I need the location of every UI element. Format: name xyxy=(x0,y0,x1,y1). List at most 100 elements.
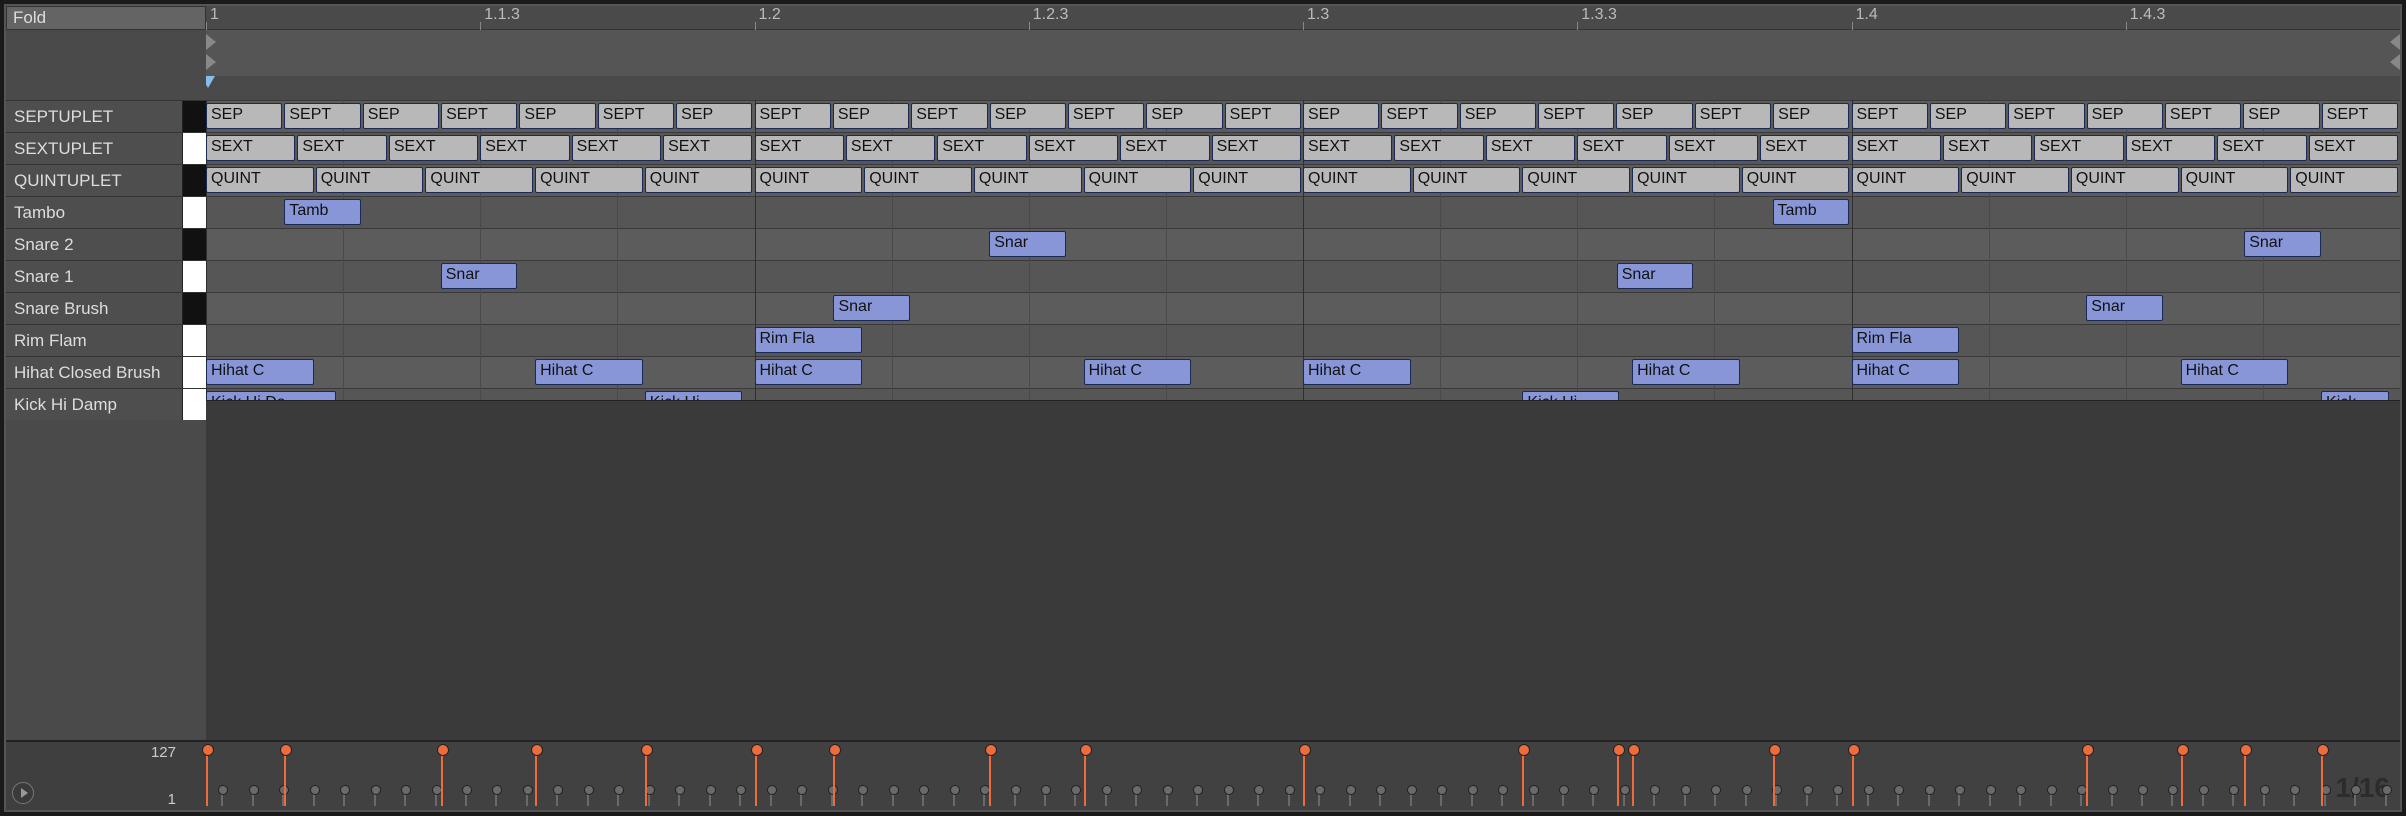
midi-note[interactable]: Hihat C xyxy=(1303,359,1411,385)
velocity-stem-low[interactable] xyxy=(221,790,223,806)
midi-note[interactable]: Snar xyxy=(989,231,1065,257)
velocity-stem-low[interactable] xyxy=(678,790,680,806)
midi-note[interactable]: SEXT xyxy=(663,135,752,161)
velocity-stem-low[interactable] xyxy=(739,790,741,806)
midi-note[interactable]: SEXT xyxy=(389,135,478,161)
piano-key-white[interactable] xyxy=(182,133,206,164)
velocity-stem-low[interactable] xyxy=(526,790,528,806)
midi-note[interactable]: Snar xyxy=(2244,231,2320,257)
midi-note[interactable]: Snar xyxy=(2086,295,2162,321)
velocity-stem-low[interactable] xyxy=(2171,790,2173,806)
midi-note[interactable]: SEXT xyxy=(1852,135,1941,161)
piano-key-white[interactable] xyxy=(182,261,206,292)
velocity-stem-low[interactable] xyxy=(1227,790,1229,806)
velocity-play-button[interactable] xyxy=(12,782,34,804)
midi-note[interactable]: SEXT xyxy=(2034,135,2123,161)
midi-note[interactable]: SEXT xyxy=(2309,135,2398,161)
velocity-stem-low[interactable] xyxy=(343,790,345,806)
midi-note[interactable]: SEXT xyxy=(1760,135,1849,161)
midi-note[interactable]: QUINT xyxy=(1303,167,1411,193)
velocity-stem-low[interactable] xyxy=(1471,790,1473,806)
velocity-stem-low[interactable] xyxy=(1897,790,1899,806)
velocity-stem-high[interactable] xyxy=(1852,750,1854,806)
velocity-stem-low[interactable] xyxy=(2141,790,2143,806)
velocity-stem-high[interactable] xyxy=(2244,750,2246,806)
velocity-stem-low[interactable] xyxy=(374,790,376,806)
velocity-stem-low[interactable] xyxy=(892,790,894,806)
midi-note[interactable]: Tamb xyxy=(284,199,360,225)
midi-note[interactable]: SEPT xyxy=(284,103,360,129)
midi-note[interactable]: QUINT xyxy=(1742,167,1850,193)
midi-note[interactable]: QUINT xyxy=(974,167,1082,193)
midi-note[interactable]: SEXT xyxy=(846,135,935,161)
piano-key-black[interactable] xyxy=(182,165,206,196)
midi-note[interactable]: QUINT xyxy=(1852,167,1960,193)
midi-note[interactable]: SEPT xyxy=(1225,103,1301,129)
velocity-stem-low[interactable] xyxy=(1074,790,1076,806)
midi-note[interactable]: QUINT xyxy=(2181,167,2289,193)
midi-note[interactable]: SEP xyxy=(363,103,439,129)
midi-note[interactable]: SEP xyxy=(1773,103,1849,129)
velocity-lane[interactable]: 1/16 xyxy=(206,740,2400,810)
velocity-stem-low[interactable] xyxy=(2263,790,2265,806)
velocity-stem-high[interactable] xyxy=(989,750,991,806)
midi-note[interactable]: Rim Fla xyxy=(1852,327,1960,353)
midi-note[interactable]: Hihat C xyxy=(206,359,314,385)
velocity-stem-low[interactable] xyxy=(2111,790,2113,806)
velocity-stem-low[interactable] xyxy=(1410,790,1412,806)
midi-note[interactable]: SEXT xyxy=(2217,135,2306,161)
midi-note[interactable]: Tamb xyxy=(1773,199,1849,225)
midi-note[interactable]: SEXT xyxy=(1303,135,1392,161)
midi-note[interactable]: SEXT xyxy=(755,135,844,161)
velocity-stem-high[interactable] xyxy=(2181,750,2183,806)
midi-note[interactable]: QUINT xyxy=(206,167,314,193)
velocity-stem-low[interactable] xyxy=(2385,790,2387,806)
velocity-stem-low[interactable] xyxy=(465,790,467,806)
piano-key-black[interactable] xyxy=(182,101,206,132)
midi-note[interactable]: Snar xyxy=(833,295,909,321)
midi-note[interactable]: Kick Hi xyxy=(645,391,742,400)
fold-button[interactable]: Fold xyxy=(6,6,206,30)
midi-note[interactable]: Hihat C xyxy=(1632,359,1740,385)
loop-start-marker[interactable] xyxy=(206,34,216,50)
midi-note[interactable]: SEPT xyxy=(1695,103,1771,129)
midi-note[interactable]: Rim Fla xyxy=(755,327,863,353)
track-header[interactable]: Snare 2 xyxy=(6,228,206,260)
track-header[interactable]: Kick Hi Damp xyxy=(6,388,206,420)
loop-end-marker[interactable] xyxy=(2390,34,2400,50)
midi-note[interactable]: Hihat C xyxy=(535,359,643,385)
velocity-stem-low[interactable] xyxy=(617,790,619,806)
midi-note[interactable]: Kick xyxy=(2321,391,2389,400)
midi-note[interactable]: Hihat C xyxy=(1852,359,1960,385)
midi-note[interactable]: SEXT xyxy=(1943,135,2032,161)
locator-start-marker[interactable] xyxy=(206,54,216,70)
midi-note[interactable]: SEP xyxy=(1616,103,1692,129)
velocity-stem-low[interactable] xyxy=(1196,790,1198,806)
track-header[interactable]: Hihat Closed Brush xyxy=(6,356,206,388)
midi-note[interactable]: QUINT xyxy=(425,167,533,193)
velocity-stem-high[interactable] xyxy=(1632,750,1634,806)
velocity-stem-low[interactable] xyxy=(1562,790,1564,806)
midi-note[interactable]: Hihat C xyxy=(755,359,863,385)
midi-note[interactable]: QUINT xyxy=(1193,167,1301,193)
velocity-stem-low[interactable] xyxy=(1653,790,1655,806)
velocity-stem-low[interactable] xyxy=(495,790,497,806)
midi-note[interactable]: SEPT xyxy=(1852,103,1928,129)
midi-note[interactable]: SEXT xyxy=(1120,135,1209,161)
midi-note[interactable]: SEP xyxy=(2087,103,2163,129)
midi-note[interactable]: SEPT xyxy=(598,103,674,129)
velocity-stem-low[interactable] xyxy=(1867,790,1869,806)
velocity-stem-low[interactable] xyxy=(1928,790,1930,806)
velocity-stem-low[interactable] xyxy=(709,790,711,806)
midi-note[interactable]: SEPT xyxy=(2322,103,2398,129)
timeline-ruler[interactable]: 11.1.31.21.2.31.31.3.31.41.4.3 🎧 xyxy=(206,6,2400,100)
velocity-stem-low[interactable] xyxy=(313,790,315,806)
locator-end-marker[interactable] xyxy=(2390,54,2400,70)
velocity-stem-low[interactable] xyxy=(1349,790,1351,806)
velocity-stem-low[interactable] xyxy=(1958,790,1960,806)
velocity-stem-low[interactable] xyxy=(587,790,589,806)
velocity-stem-low[interactable] xyxy=(1135,790,1137,806)
velocity-stem-low[interactable] xyxy=(2293,790,2295,806)
midi-note[interactable]: SEXT xyxy=(1029,135,1118,161)
velocity-stem-low[interactable] xyxy=(1318,790,1320,806)
